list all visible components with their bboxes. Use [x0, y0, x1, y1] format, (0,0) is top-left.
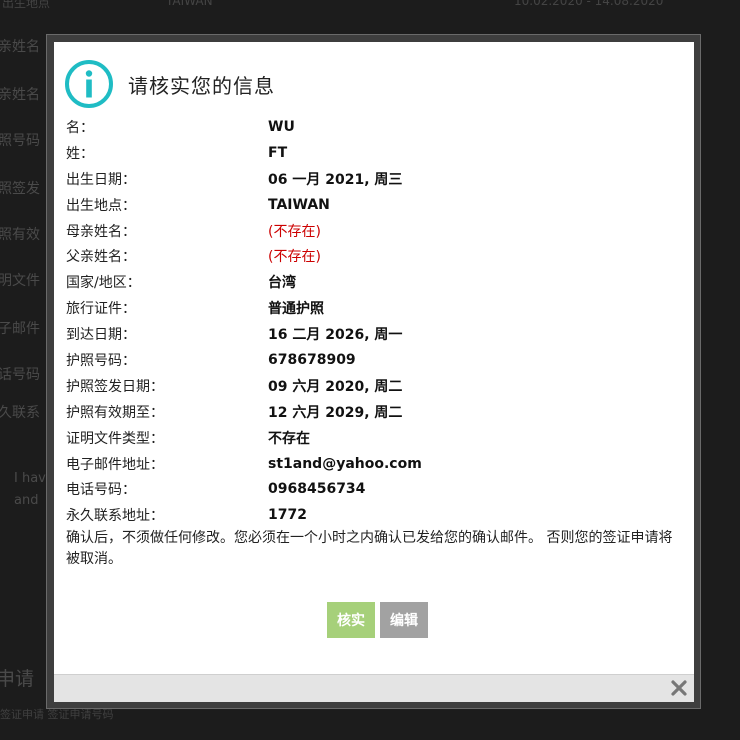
bg-label: 亲姓名 [0, 39, 40, 55]
confirmation-notice: 确认后，不须做任何修改。您必须在一个小时之内确认已发给您的确认邮件。 否则您的签… [66, 530, 673, 567]
bg-label: 子邮件 [0, 321, 40, 337]
field-row-country: 国家/地区： 台湾 [66, 269, 676, 295]
bg-label: 照有效 [0, 227, 40, 243]
bg-label: 照号码 [0, 133, 40, 149]
field-value: WU [268, 118, 295, 135]
info-fields: 名： WU 姓： FT 出生日期： 06 一月 2021, 周三 出生地点： T… [66, 114, 676, 528]
field-label: 电子邮件地址： [66, 456, 164, 473]
field-label: 护照有效期至： [66, 404, 164, 421]
field-label: 永久联系地址： [66, 508, 164, 525]
field-label: 母亲姓名： [66, 223, 136, 240]
field-value: 不存在 [268, 430, 310, 447]
field-value: 1772 [268, 507, 307, 524]
info-icon [65, 60, 113, 108]
field-value: 09 六月 2020, 周二 [268, 378, 403, 395]
field-value: FT [268, 144, 288, 161]
field-label: 出生地点： [66, 197, 136, 214]
field-value: 0968456734 [268, 481, 366, 498]
bg-section-title: 申请 [0, 668, 35, 690]
field-label: 护照号码： [66, 352, 136, 369]
dialog-actions: 核实 编辑 [327, 602, 428, 638]
field-row-birth-place: 出生地点： TAIWAN [66, 192, 676, 218]
bg-label: 照签发 [0, 181, 40, 197]
field-row-arrival-date: 到达日期： 16 二月 2026, 周一 [66, 321, 676, 347]
dialog-header: 请核实您的信息 [64, 58, 275, 110]
bg-note-line: I hav [14, 471, 46, 486]
verify-button[interactable]: 核实 [327, 602, 375, 638]
field-label: 名： [66, 119, 94, 136]
field-label: 证明文件类型： [66, 430, 164, 447]
field-value-missing: (不存在) [268, 223, 321, 240]
bg-label: 久联系 [0, 405, 40, 421]
close-icon[interactable] [670, 679, 688, 697]
field-row-document-type: 证明文件类型： 不存在 [66, 425, 676, 451]
field-row-permanent-address: 永久联系地址： 1772 [66, 502, 676, 528]
bg-top-left: 出生地点 [2, 0, 51, 10]
field-row-travel-document: 旅行证件： 普通护照 [66, 295, 676, 321]
field-label: 电话号码： [66, 482, 136, 499]
field-row-passport-number: 护照号码： 678678909 [66, 347, 676, 373]
field-label: 到达日期： [66, 327, 136, 344]
background-top-row: 出生地点 TAIWAN 10.02.2020 - 14.08.2020 [0, 0, 740, 10]
verify-info-dialog: 请核实您的信息 名： WU 姓： FT 出生日期： 06 一月 2021, 周三… [54, 42, 694, 674]
field-label: 国家/地区： [66, 275, 141, 292]
field-value: 台湾 [268, 275, 296, 292]
field-value: st1and@yahoo.com [268, 455, 422, 472]
bg-top-right: 10.02.2020 - 14.08.2020 [514, 0, 664, 8]
field-label: 父亲姓名： [66, 249, 136, 266]
bg-label: 话号码 [0, 367, 40, 383]
field-row-phone: 电话号码： 0968456734 [66, 476, 676, 502]
bg-label: 亲姓名 [0, 87, 40, 103]
field-row-father-name: 父亲姓名： (不存在) [66, 243, 676, 269]
field-row-birth-date: 出生日期： 06 一月 2021, 周三 [66, 166, 676, 192]
bg-top-mid: TAIWAN [166, 0, 213, 8]
field-row-first-name: 名： WU [66, 114, 676, 140]
bg-label: 明文件 [0, 273, 40, 289]
field-row-mother-name: 母亲姓名： (不存在) [66, 218, 676, 244]
field-value: TAIWAN [268, 196, 330, 213]
field-row-passport-issue-date: 护照签发日期： 09 六月 2020, 周二 [66, 373, 676, 399]
bg-note-line: and [14, 493, 39, 508]
field-value: 16 二月 2026, 周一 [268, 327, 403, 344]
field-value: 12 六月 2029, 周二 [268, 404, 403, 421]
field-label: 护照签发日期： [66, 378, 164, 395]
field-value-missing: (不存在) [268, 249, 321, 266]
field-value: 678678909 [268, 351, 356, 368]
dialog-title: 请核实您的信息 [128, 73, 275, 98]
edit-button[interactable]: 编辑 [380, 602, 428, 638]
field-row-passport-expiry-date: 护照有效期至： 12 六月 2029, 周二 [66, 399, 676, 425]
dialog-footer [54, 674, 694, 702]
field-label: 旅行证件： [66, 301, 136, 318]
field-row-email: 电子邮件地址： st1and@yahoo.com [66, 451, 676, 477]
field-value: 06 一月 2021, 周三 [268, 171, 403, 188]
field-label: 出生日期： [66, 171, 136, 188]
field-value: 普通护照 [268, 301, 324, 318]
field-row-last-name: 姓： FT [66, 140, 676, 166]
field-label: 姓： [66, 145, 94, 162]
